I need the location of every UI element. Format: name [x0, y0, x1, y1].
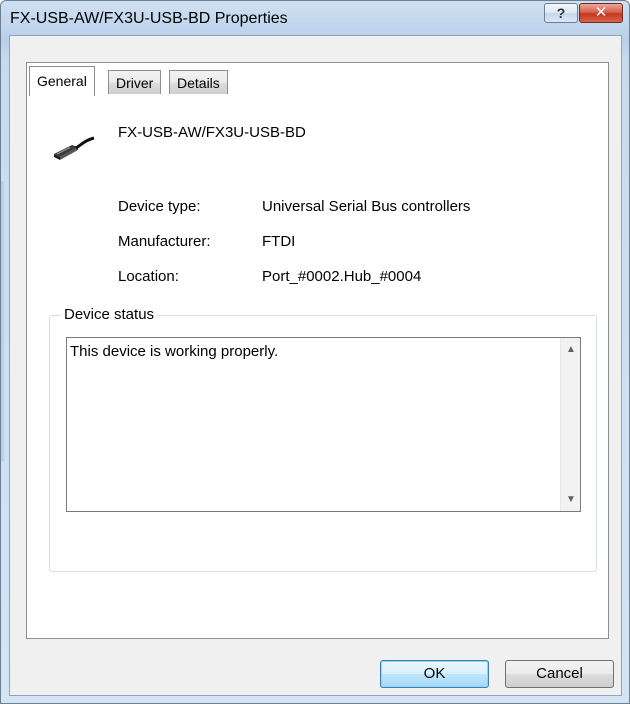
status-scrollbar[interactable]: ▲ ▼: [560, 338, 580, 511]
device-status-textbox[interactable]: This device is working properly. ▲ ▼: [66, 337, 581, 512]
window-edge: [1, 181, 4, 461]
title-bar[interactable]: FX-USB-AW/FX3U-USB-BD Properties ? ✕: [1, 1, 629, 35]
help-button[interactable]: ?: [544, 3, 578, 23]
device-type-value: Universal Serial Bus controllers: [262, 198, 471, 215]
usb-cable-icon: [48, 132, 100, 168]
window-title: FX-USB-AW/FX3U-USB-BD Properties: [10, 10, 288, 27]
location-label: Location:: [118, 268, 179, 285]
scroll-down-arrow-icon[interactable]: ▼: [566, 494, 576, 505]
tab-general[interactable]: General: [29, 66, 95, 96]
manufacturer-label: Manufacturer:: [118, 233, 211, 250]
tab-details[interactable]: Details: [169, 70, 228, 94]
tab-driver[interactable]: Driver: [108, 70, 162, 94]
scroll-up-arrow-icon[interactable]: ▲: [566, 344, 576, 355]
manufacturer-value: FTDI: [262, 233, 296, 250]
location-value: Port_#0002.Hub_#0004: [262, 268, 422, 285]
device-type-label: Device type:: [118, 198, 201, 215]
device-status-text: This device is working properly.: [70, 343, 279, 360]
device-status-label: Device status: [61, 306, 158, 323]
close-button[interactable]: ✕: [579, 3, 623, 23]
device-name: FX-USB-AW/FX3U-USB-BD: [118, 124, 306, 141]
cancel-button[interactable]: Cancel: [505, 660, 614, 688]
ok-button[interactable]: OK: [380, 660, 489, 688]
